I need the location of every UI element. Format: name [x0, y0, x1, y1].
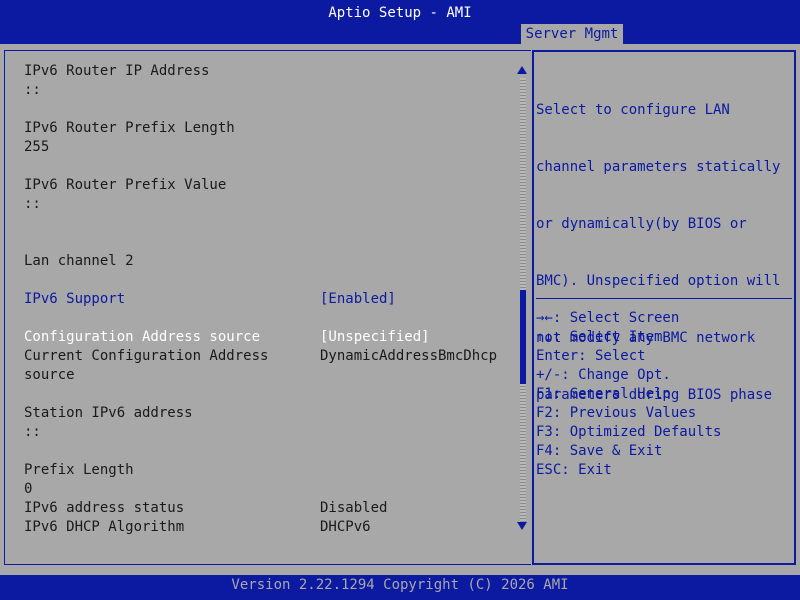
version-text: Version 2.22.1294 Copyright (C) 2026 AMI [231, 577, 569, 593]
key-hint-f2: F2: Previous Values [536, 405, 697, 421]
setting-value-prefix-length: 0 [24, 481, 33, 497]
setting-value-current-config-address: DynamicAddressBmcDhcp [320, 348, 498, 364]
setting-label-ipv6-router-prefix-length: IPv6 Router Prefix Length [24, 120, 235, 136]
setting-label-prefix-length: Prefix Length [24, 462, 134, 478]
scroll-thumb[interactable] [520, 290, 526, 384]
setting-value-ipv6-router-prefix-value: :: [24, 196, 41, 212]
setting-label-ipv6-support[interactable]: IPv6 Support [24, 290, 125, 309]
key-hint-f3: F3: Optimized Defaults [536, 424, 722, 440]
key-hint-f1: F1: General Help [536, 386, 671, 402]
scroll-down-arrow-icon[interactable] [517, 522, 527, 530]
setting-label-ipv6-dhcp-algorithm: IPv6 DHCP Algorithm [24, 519, 185, 535]
setting-label-config-address-source[interactable]: Configuration Address source [24, 328, 260, 347]
setting-label-ipv6-router-prefix-value: IPv6 Router Prefix Value [24, 177, 227, 193]
tab-server-mgmt[interactable]: Server Mgmt [521, 24, 623, 44]
key-hint-enter: Enter: Select [536, 348, 646, 364]
help-description-line: channel parameters statically [536, 159, 781, 175]
setting-value-station-ipv6-address: :: [24, 424, 41, 440]
key-hint-change-opt: +/-: Change Opt. [536, 367, 671, 383]
setting-value-ipv6-dhcp-algorithm: DHCPv6 [320, 519, 371, 535]
app-title: Aptio Setup - AMI [328, 5, 472, 21]
key-hint-esc: ESC: Exit [536, 462, 612, 478]
setting-value-ipv6-router-prefix-length: 255 [24, 139, 50, 155]
setting-label-current-config-address: Current Configuration Address [24, 348, 269, 364]
setting-value-ipv6-router-ip: :: [24, 82, 41, 98]
setting-label-ipv6-router-ip: IPv6 Router IP Address [24, 63, 210, 79]
key-hint-select-screen: →←: Select Screen [536, 310, 680, 326]
key-hint-f4: F4: Save & Exit [536, 443, 663, 459]
setting-label-ipv6-address-status: IPv6 address status [24, 500, 185, 516]
setting-value-ipv6-address-status: Disabled [320, 500, 388, 516]
help-divider [536, 298, 792, 299]
scrollbar[interactable] [516, 64, 529, 534]
setting-option-config-address-source[interactable]: [Unspecified] [320, 328, 430, 347]
setting-label-station-ipv6-address: Station IPv6 address [24, 405, 193, 421]
key-hint-select-item: ↑↓: Select Item [536, 329, 663, 345]
help-description-line: BMC). Unspecified option will [536, 273, 781, 289]
help-description-line: or dynamically(by BIOS or [536, 216, 747, 232]
scroll-up-arrow-icon[interactable] [517, 66, 527, 74]
setting-label-current-config-address-cont: source [24, 367, 75, 383]
setting-option-ipv6-support[interactable]: [Enabled] [320, 290, 396, 309]
section-heading-lan-channel-2: Lan channel 2 [24, 253, 134, 269]
help-description-line: Select to configure LAN [536, 102, 730, 118]
